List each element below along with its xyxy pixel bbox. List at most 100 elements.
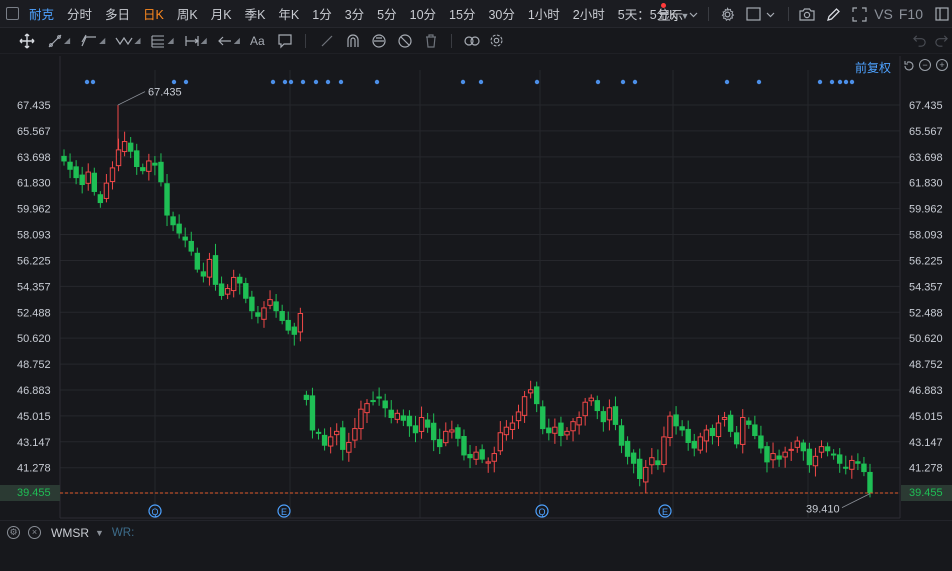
candle-up[interactable] xyxy=(588,397,594,402)
candle-down[interactable] xyxy=(709,427,716,437)
candle-down[interactable] xyxy=(824,446,831,452)
channel-tool[interactable]: ◢ xyxy=(80,31,105,51)
candle-down[interactable] xyxy=(170,216,176,226)
candle-up[interactable] xyxy=(394,412,401,420)
candle-up[interactable] xyxy=(643,466,649,483)
candle-up[interactable] xyxy=(782,451,788,458)
candle-down[interactable] xyxy=(237,276,243,284)
candle-down[interactable] xyxy=(733,432,740,445)
event-dot[interactable] xyxy=(478,79,484,85)
candle-down[interactable] xyxy=(243,283,249,299)
candle-down[interactable] xyxy=(273,301,279,312)
event-dot[interactable] xyxy=(90,79,96,85)
hide-tool[interactable] xyxy=(397,31,413,51)
event-dot[interactable] xyxy=(849,79,855,85)
event-dot[interactable] xyxy=(817,79,823,85)
candle-up[interactable] xyxy=(449,429,455,433)
candle-up[interactable] xyxy=(230,276,237,292)
panel-toggle-icon[interactable] xyxy=(934,6,950,22)
vs-compare-button[interactable]: VS xyxy=(874,6,893,22)
candlestick-chart[interactable]: 67.435 67.435 65.567 65.567 63.698 63.698 61.8… xyxy=(0,56,952,520)
candle-up[interactable] xyxy=(515,411,522,422)
candle-down[interactable] xyxy=(637,458,643,480)
camera-icon[interactable] xyxy=(799,6,815,22)
candle-down[interactable] xyxy=(752,424,758,437)
candle-down[interactable] xyxy=(861,463,867,473)
candle-down[interactable] xyxy=(655,460,661,466)
candle-up[interactable] xyxy=(206,258,213,278)
period-tab[interactable]: 1小时 xyxy=(522,4,567,23)
candle-up[interactable] xyxy=(703,429,710,442)
candle-down[interactable] xyxy=(152,162,158,166)
candle-down[interactable] xyxy=(624,440,631,457)
period-tab[interactable]: 1分 xyxy=(306,4,338,23)
candle-up[interactable] xyxy=(582,401,588,417)
candle-up[interactable] xyxy=(503,426,510,436)
candle-down[interactable] xyxy=(249,296,255,312)
candle-up[interactable] xyxy=(715,422,722,438)
candle-up[interactable] xyxy=(661,436,667,466)
candle-down[interactable] xyxy=(127,142,134,152)
candle-down[interactable] xyxy=(176,223,182,234)
zoom-out-icon[interactable]: − xyxy=(919,59,931,71)
candle-up[interactable] xyxy=(473,451,479,460)
candle-down[interactable] xyxy=(764,446,770,463)
candle-up[interactable] xyxy=(334,430,340,436)
chevron-down-icon[interactable] xyxy=(762,6,778,22)
period-tab[interactable]: 周K xyxy=(171,4,205,23)
candle-down[interactable] xyxy=(679,426,685,431)
candle-down[interactable] xyxy=(388,409,394,418)
stock-name[interactable]: 耐克 xyxy=(27,4,61,23)
candle-down[interactable] xyxy=(727,414,734,432)
candle-up[interactable] xyxy=(509,422,516,430)
candle-down[interactable] xyxy=(800,442,807,452)
candle-down[interactable] xyxy=(61,155,67,162)
drawing-settings-tool[interactable] xyxy=(489,31,504,51)
candle-up[interactable] xyxy=(443,430,449,444)
indicator-settings-icon[interactable]: ⚙ xyxy=(7,526,20,539)
candle-down[interactable] xyxy=(630,452,637,464)
close-icon[interactable]: × xyxy=(28,526,41,539)
candle-down[interactable] xyxy=(309,395,316,431)
candle-down[interactable] xyxy=(382,400,388,409)
candle-down[interactable] xyxy=(533,386,540,405)
candle-down[interactable] xyxy=(140,167,146,172)
candle-up[interactable] xyxy=(564,430,570,436)
candle-down[interactable] xyxy=(437,439,443,448)
candle-down[interactable] xyxy=(830,453,837,456)
chart-canvas[interactable]: 67.435 67.435 65.567 65.567 63.698 63.698 61.8… xyxy=(0,56,952,520)
undo-button[interactable] xyxy=(912,31,927,51)
candle-down[interactable] xyxy=(79,174,85,186)
candle-up[interactable] xyxy=(358,408,364,430)
pencil-icon[interactable] xyxy=(825,6,841,22)
candle-down[interactable] xyxy=(836,454,843,464)
candle-down[interactable] xyxy=(600,411,607,423)
candle-up[interactable] xyxy=(649,457,655,466)
candle-up[interactable] xyxy=(352,428,358,441)
candle-down[interactable] xyxy=(67,161,73,170)
candle-down[interactable] xyxy=(91,172,98,192)
event-dot[interactable] xyxy=(270,79,276,85)
event-dot[interactable] xyxy=(829,79,835,85)
candle-up[interactable] xyxy=(812,455,819,467)
candle-down[interactable] xyxy=(455,427,461,439)
candle-up[interactable] xyxy=(346,441,352,453)
candle-down[interactable] xyxy=(218,283,225,296)
candle-up[interactable] xyxy=(224,288,231,295)
event-dot[interactable] xyxy=(460,79,466,85)
candle-up[interactable] xyxy=(103,182,110,199)
candle-up[interactable] xyxy=(121,141,128,153)
candle-up[interactable] xyxy=(740,416,746,445)
candle-up[interactable] xyxy=(570,421,576,432)
candle-down[interactable] xyxy=(546,427,552,434)
candle-down[interactable] xyxy=(430,422,437,441)
candle-down[interactable] xyxy=(194,252,201,270)
text-tool[interactable]: Aa xyxy=(250,31,265,51)
candle-up[interactable] xyxy=(115,149,122,167)
candle-up[interactable] xyxy=(788,448,794,451)
candle-down[interactable] xyxy=(479,449,485,460)
chevron-down-icon[interactable]: ▼ xyxy=(95,528,104,538)
candle-up[interactable] xyxy=(770,453,776,461)
period-tab[interactable]: 多日 xyxy=(99,4,137,23)
candle-up[interactable] xyxy=(364,403,370,414)
